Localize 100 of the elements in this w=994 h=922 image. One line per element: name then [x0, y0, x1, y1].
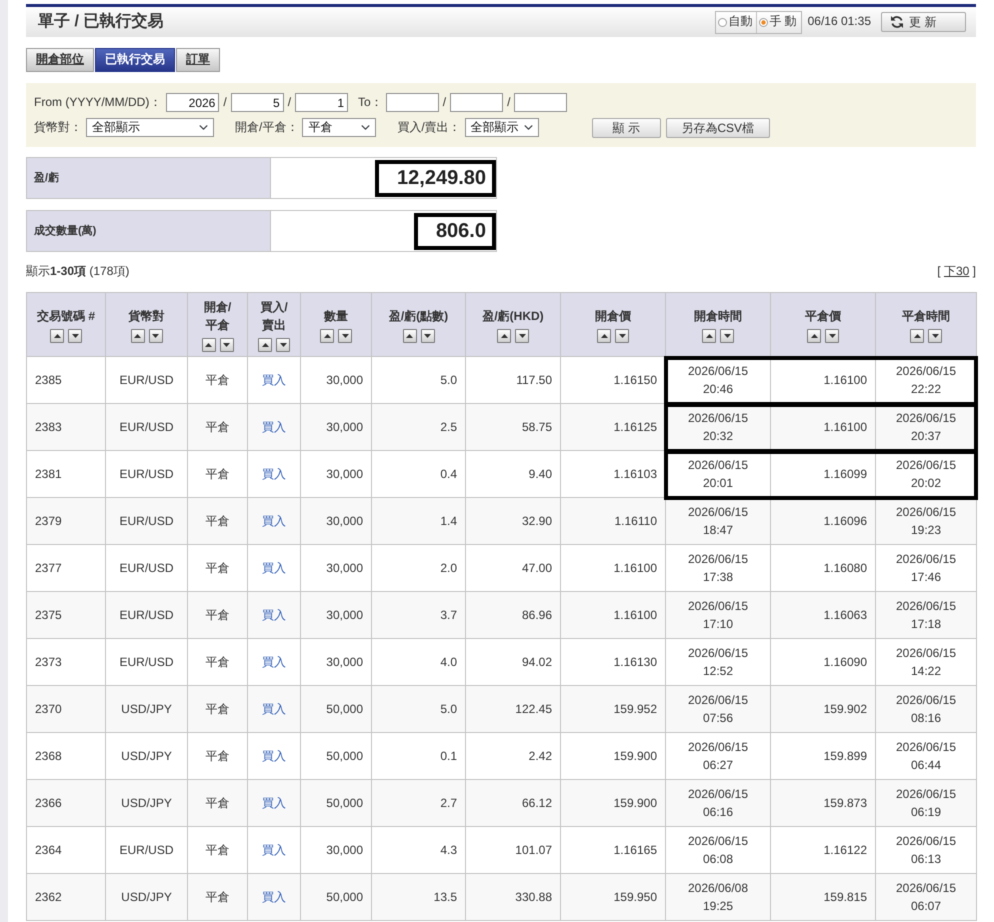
table-cell: 2026/06/15 17:38 [666, 544, 770, 592]
sort-ascending-button[interactable] [910, 328, 924, 342]
up-triangle-icon [500, 334, 508, 338]
sort-ascending-button[interactable] [497, 328, 511, 342]
table-cell: 86.96 [466, 592, 560, 638]
date-input[interactable] [514, 93, 568, 112]
table-cell: 4.0 [372, 638, 466, 686]
column-label: 盈/虧(HKD) [482, 308, 544, 324]
date-separator: / [288, 94, 292, 110]
table-cell: 2379 [26, 498, 106, 544]
sort-ascending-button[interactable] [130, 328, 144, 342]
sort-ascending-button[interactable] [50, 328, 64, 342]
summary-value: 12,249.80 [375, 160, 496, 196]
table-cell: 2026/06/15 06:13 [876, 826, 976, 874]
trade-direction-cell: 買入 [248, 544, 300, 592]
up-triangle-icon [406, 334, 413, 338]
refresh-mode-radio[interactable]: 手 動 [756, 12, 801, 32]
table-cell: 2026/06/15 08:16 [876, 686, 976, 732]
summary-label: 成交數量(萬) [26, 210, 270, 252]
table-cell: 159.815 [770, 874, 876, 920]
down-triangle-icon [342, 334, 348, 338]
table-cell: 30,000 [300, 544, 372, 592]
table-cell: 3.7 [372, 592, 466, 638]
trade-direction-cell: 買入 [248, 874, 300, 920]
date-label: From (YYYY/MM/DD)： [34, 94, 162, 110]
sort-ascending-button[interactable] [402, 328, 416, 342]
table-cell: 30,000 [300, 450, 372, 498]
column-label: 買入/賣出 [259, 298, 289, 334]
up-triangle-icon [914, 334, 920, 338]
date-input[interactable] [386, 93, 439, 112]
sort-descending-button[interactable] [148, 328, 162, 342]
tab[interactable]: 訂單 [176, 48, 220, 72]
export-csv-button[interactable]: 另存為CSV檔 [666, 118, 770, 138]
refresh-button[interactable]: 更 新 [881, 12, 966, 32]
up-triangle-icon [134, 334, 141, 338]
table-cell: 50,000 [300, 874, 372, 920]
table-cell: 2383 [26, 404, 106, 450]
sort-descending-button[interactable] [338, 328, 352, 342]
table-cell: 2026/06/15 06:16 [666, 780, 770, 826]
table-cell: 2026/06/15 14:22 [876, 638, 976, 686]
table-cell: 平倉 [188, 544, 248, 592]
date-input[interactable] [450, 93, 504, 112]
sort-descending-button[interactable] [68, 328, 82, 342]
sort-descending-button[interactable] [515, 328, 529, 342]
sort-descending-button[interactable] [720, 328, 734, 342]
date-input[interactable]: 2026 [166, 93, 220, 112]
table-cell: 159.952 [560, 686, 666, 732]
sort-ascending-button[interactable] [320, 328, 334, 342]
sort-ascending-button[interactable] [597, 328, 611, 342]
sort-ascending-button[interactable] [258, 338, 272, 352]
down-triangle-icon [932, 334, 938, 338]
sort-ascending-button[interactable] [702, 328, 716, 342]
table-cell: EUR/USD [106, 592, 188, 638]
table-cell: 330.88 [466, 874, 560, 920]
table-cell: 117.50 [466, 356, 560, 404]
table-cell: 2026/06/15 18:47 [666, 498, 770, 544]
table-cell: 30,000 [300, 592, 372, 638]
table-cell: 1.4 [372, 498, 466, 544]
column-label: 平倉時間 [902, 308, 950, 324]
refresh-mode-radio[interactable]: 自動 [716, 12, 756, 32]
filter-select[interactable]: 平倉 [302, 118, 376, 137]
sort-descending-button[interactable] [220, 338, 234, 352]
sort-ascending-button[interactable] [807, 328, 821, 342]
sort-descending-button[interactable] [825, 328, 839, 342]
table-cell: 1.16080 [770, 544, 876, 592]
table-cell: 2375 [26, 592, 106, 638]
table-cell: 平倉 [188, 498, 248, 544]
table-cell: 2373 [26, 638, 106, 686]
table-cell: 2026/06/15 06:27 [666, 732, 770, 780]
table-cell: 平倉 [188, 356, 248, 404]
sort-descending-button[interactable] [928, 328, 942, 342]
table-cell: 47.00 [466, 544, 560, 592]
filter-label: 貨幣對： [34, 120, 82, 136]
show-button[interactable]: 顯 示 [592, 118, 661, 138]
trade-direction-cell: 買入 [248, 732, 300, 780]
date-input[interactable]: 1 [295, 93, 348, 112]
table-cell: 2026/06/15 17:18 [876, 592, 976, 638]
tab[interactable]: 已執行交易 [95, 48, 175, 72]
table-cell: 0.4 [372, 450, 466, 498]
tab[interactable]: 開倉部位 [26, 48, 94, 72]
sort-descending-button[interactable] [615, 328, 629, 342]
table-cell: 1.16125 [560, 404, 666, 450]
table-cell: 1.16150 [560, 356, 666, 404]
up-triangle-icon [706, 334, 712, 338]
sort-descending-button[interactable] [276, 338, 290, 352]
filter-select[interactable]: 全部顯示 [86, 118, 214, 137]
column-label: 開倉時間 [694, 308, 742, 324]
sort-descending-button[interactable] [420, 328, 434, 342]
date-input[interactable]: 5 [230, 93, 284, 112]
table-cell: 平倉 [188, 732, 248, 780]
next-page-link[interactable]: 下30 [944, 264, 970, 278]
column-label: 貨幣對 [128, 308, 164, 324]
trade-direction-cell: 買入 [248, 638, 300, 686]
table-cell: 2.0 [372, 544, 466, 592]
table-cell: 1.16165 [560, 826, 666, 874]
sort-ascending-button[interactable] [202, 338, 216, 352]
table-cell: 2.42 [466, 732, 560, 780]
trade-direction-cell: 買入 [248, 404, 300, 450]
table-cell: EUR/USD [106, 356, 188, 404]
table-cell: 平倉 [188, 638, 248, 686]
